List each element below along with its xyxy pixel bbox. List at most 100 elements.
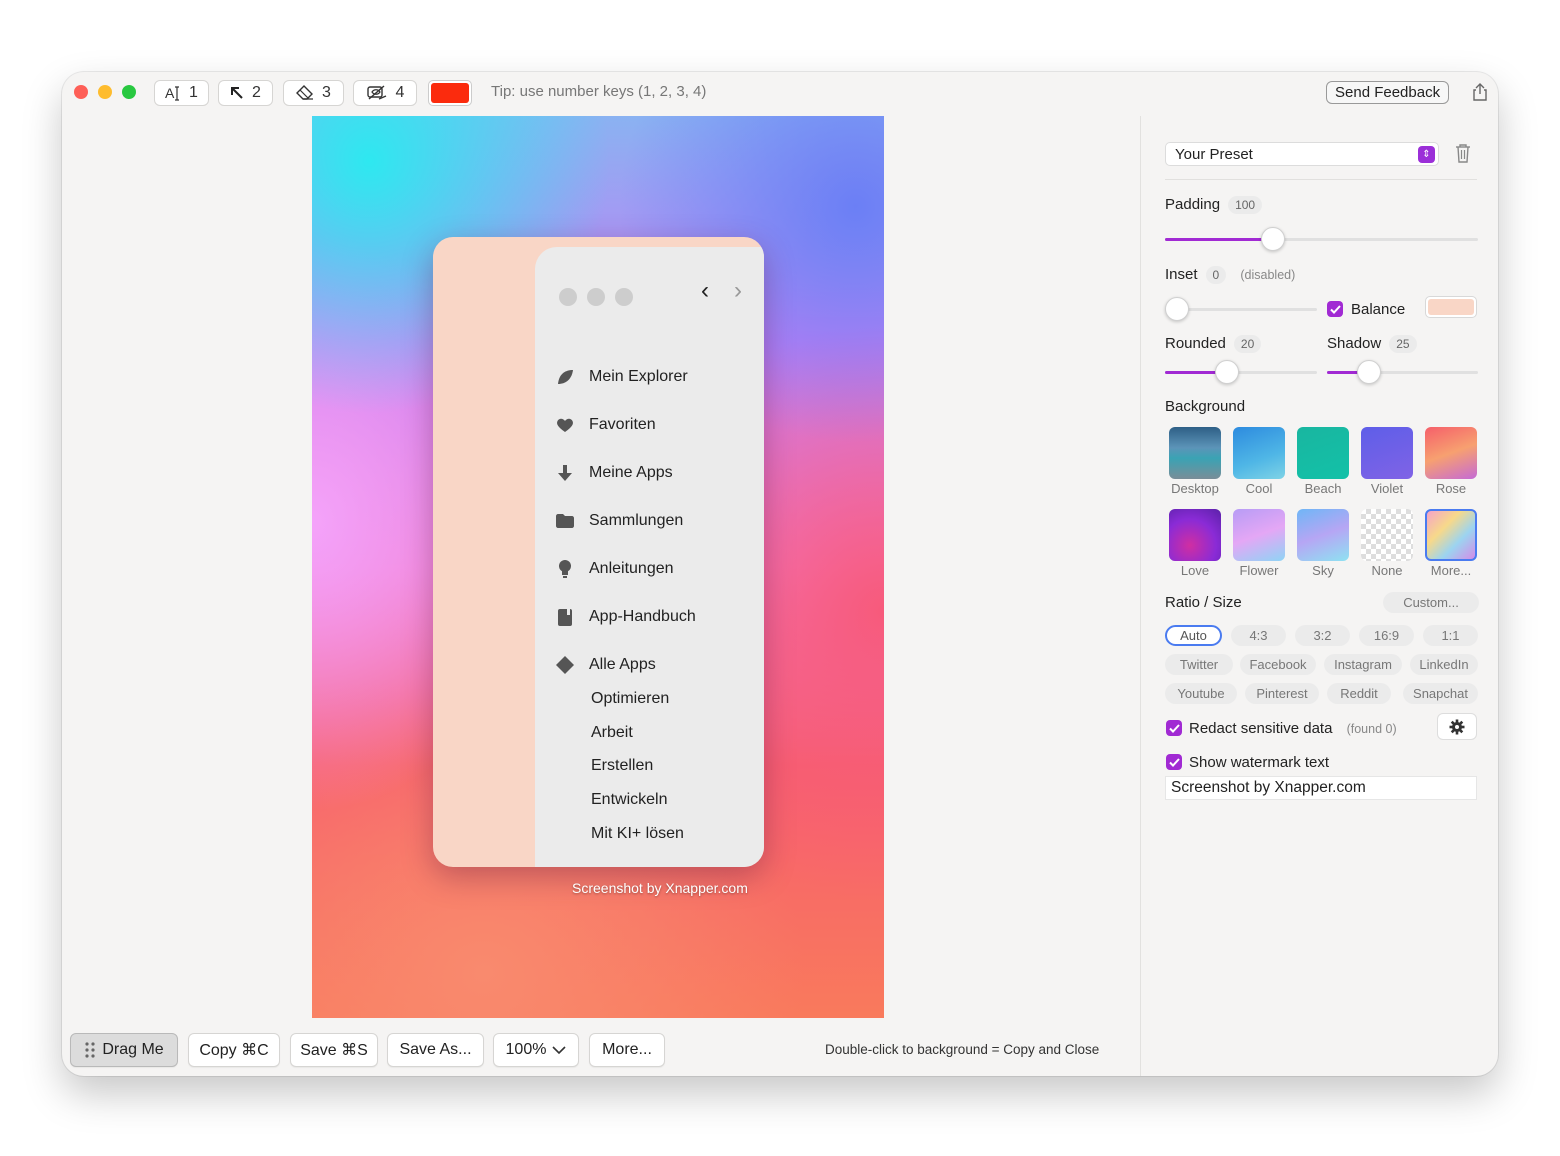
text-tool-button[interactable]: A 1 xyxy=(154,80,209,106)
size-reddit-button[interactable]: Reddit xyxy=(1327,683,1391,704)
balance-checkbox[interactable] xyxy=(1327,301,1343,317)
size-twitter-button[interactable]: Twitter xyxy=(1165,654,1233,675)
preview-canvas[interactable]: ‹ › Mein Explorer Favoriten Meine Apps S… xyxy=(312,116,884,1018)
size-pinterest-button[interactable]: Pinterest xyxy=(1245,683,1319,704)
preset-select[interactable]: Your Preset ⇕ xyxy=(1165,142,1439,166)
save-as-button[interactable]: Save As... xyxy=(387,1033,484,1067)
ratio-auto-button[interactable]: Auto xyxy=(1165,625,1222,646)
padding-slider-knob[interactable] xyxy=(1261,227,1285,251)
size-instagram-button[interactable]: Instagram xyxy=(1324,654,1402,675)
ratio-size-label: Ratio / Size xyxy=(1165,594,1242,611)
sub-item-erstellen: Erstellen xyxy=(591,757,654,774)
redact-found-count: (found 0) xyxy=(1346,722,1397,736)
screenshot-preview: ‹ › Mein Explorer Favoriten Meine Apps S… xyxy=(433,237,764,867)
size-youtube-button[interactable]: Youtube xyxy=(1165,683,1237,704)
close-window-button[interactable] xyxy=(74,85,88,99)
zoom-select[interactable]: 100% xyxy=(493,1033,579,1067)
size-snapchat-button[interactable]: Snapchat xyxy=(1403,683,1478,704)
menu-item-alle-apps: Alle Apps xyxy=(555,655,656,675)
padding-slider-fill xyxy=(1165,238,1263,241)
eraser-tool-key: 3 xyxy=(322,84,331,101)
inset-text: Inset xyxy=(1165,266,1198,283)
checkmark-icon xyxy=(1168,757,1180,767)
zoom-window-button[interactable] xyxy=(122,85,136,99)
balance-color-fill xyxy=(1428,299,1474,315)
bg-cool-label: Cool xyxy=(1245,481,1273,496)
redact-settings-button[interactable] xyxy=(1437,713,1477,740)
trash-icon[interactable] xyxy=(1455,143,1471,163)
bg-beach-tile[interactable] xyxy=(1297,427,1349,479)
ratio-4-3-button[interactable]: 4:3 xyxy=(1231,625,1286,646)
sub-item-arbeit: Arbeit xyxy=(591,724,633,741)
watermark-text-field[interactable]: Screenshot by Xnapper.com xyxy=(1165,776,1477,800)
bg-none-tile[interactable] xyxy=(1361,509,1413,561)
menu-item-anleitungen: Anleitungen xyxy=(555,559,674,579)
size-linkedin-button[interactable]: LinkedIn xyxy=(1410,654,1478,675)
chevron-down-icon xyxy=(552,1045,567,1054)
minimize-window-button[interactable] xyxy=(98,85,112,99)
rounded-slider[interactable] xyxy=(1165,360,1317,384)
menu-item-label: App-Handbuch xyxy=(589,608,696,625)
bg-cool-tile[interactable] xyxy=(1233,427,1285,479)
redact-tool-button[interactable]: 4 xyxy=(353,80,417,106)
bg-flower-tile[interactable] xyxy=(1233,509,1285,561)
bg-desktop-tile[interactable] xyxy=(1169,427,1221,479)
ratio-16-9-button[interactable]: 16:9 xyxy=(1359,625,1414,646)
inset-value-badge: 0 xyxy=(1205,266,1227,284)
ratio-3-2-button[interactable]: 3:2 xyxy=(1295,625,1350,646)
bg-more-label: More... xyxy=(1430,563,1472,578)
sub-item-entwickeln: Entwickeln xyxy=(591,791,668,808)
more-button[interactable]: More... xyxy=(589,1033,665,1067)
annotation-color-picker[interactable] xyxy=(428,80,472,106)
menu-item-sammlungen: Sammlungen xyxy=(555,511,683,531)
divider xyxy=(1165,179,1477,180)
balance-color-well[interactable] xyxy=(1425,296,1477,318)
rounded-slider-fill xyxy=(1165,371,1217,374)
inset-slider-knob[interactable] xyxy=(1165,297,1189,321)
drag-me-button[interactable]: Drag Me xyxy=(70,1033,178,1067)
shadow-slider[interactable] xyxy=(1327,360,1478,384)
bg-sky-label: Sky xyxy=(1312,563,1334,578)
arrow-tool-key: 2 xyxy=(252,84,261,101)
bg-rose-tile[interactable] xyxy=(1425,427,1477,479)
copy-button[interactable]: Copy ⌘C xyxy=(188,1033,280,1067)
bg-violet-tile[interactable] xyxy=(1361,427,1413,479)
shadow-value-badge: 25 xyxy=(1389,335,1417,353)
redact-hide-icon xyxy=(366,85,386,100)
size-facebook-button[interactable]: Facebook xyxy=(1240,654,1316,675)
book-icon xyxy=(555,607,575,627)
bg-more-tile[interactable] xyxy=(1425,509,1477,561)
rounded-slider-knob[interactable] xyxy=(1215,360,1239,384)
redact-checkbox[interactable] xyxy=(1166,720,1182,736)
gear-icon xyxy=(1449,719,1465,734)
padding-slider[interactable] xyxy=(1165,227,1478,251)
lightbulb-icon xyxy=(555,559,575,579)
shadow-slider-knob[interactable] xyxy=(1357,360,1381,384)
folder-icon xyxy=(555,511,575,531)
color-swatch-fill xyxy=(431,83,469,103)
bg-love-tile[interactable] xyxy=(1169,509,1221,561)
checkmark-icon xyxy=(1329,304,1341,314)
bg-love-label: Love xyxy=(1180,563,1210,578)
bg-sky-tile[interactable] xyxy=(1297,509,1349,561)
share-icon[interactable] xyxy=(1470,82,1490,102)
zoom-value: 100% xyxy=(505,1041,547,1058)
padding-text: Padding xyxy=(1165,196,1221,213)
save-button[interactable]: Save ⌘S xyxy=(290,1033,378,1067)
send-feedback-button[interactable]: Send Feedback xyxy=(1326,81,1450,104)
inset-slider[interactable] xyxy=(1165,297,1317,321)
padding-label: Padding 100 xyxy=(1165,196,1263,214)
eraser-tool-button[interactable]: 3 xyxy=(283,80,344,106)
custom-size-button[interactable]: Custom... xyxy=(1383,592,1479,613)
download-arrow-icon xyxy=(555,463,575,483)
watermark-label: Show watermark text xyxy=(1189,754,1330,771)
chevron-right-icon: › xyxy=(734,277,742,304)
checkmark-icon xyxy=(1168,723,1180,733)
ratio-1-1-button[interactable]: 1:1 xyxy=(1423,625,1478,646)
watermark-checkbox[interactable] xyxy=(1166,754,1182,770)
rounded-text: Rounded xyxy=(1165,335,1226,352)
shadow-text: Shadow xyxy=(1327,335,1382,352)
arrow-tool-button[interactable]: 2 xyxy=(218,80,273,106)
menu-item-favoriten: Favoriten xyxy=(555,415,656,435)
shadow-slider-fill xyxy=(1327,371,1359,374)
